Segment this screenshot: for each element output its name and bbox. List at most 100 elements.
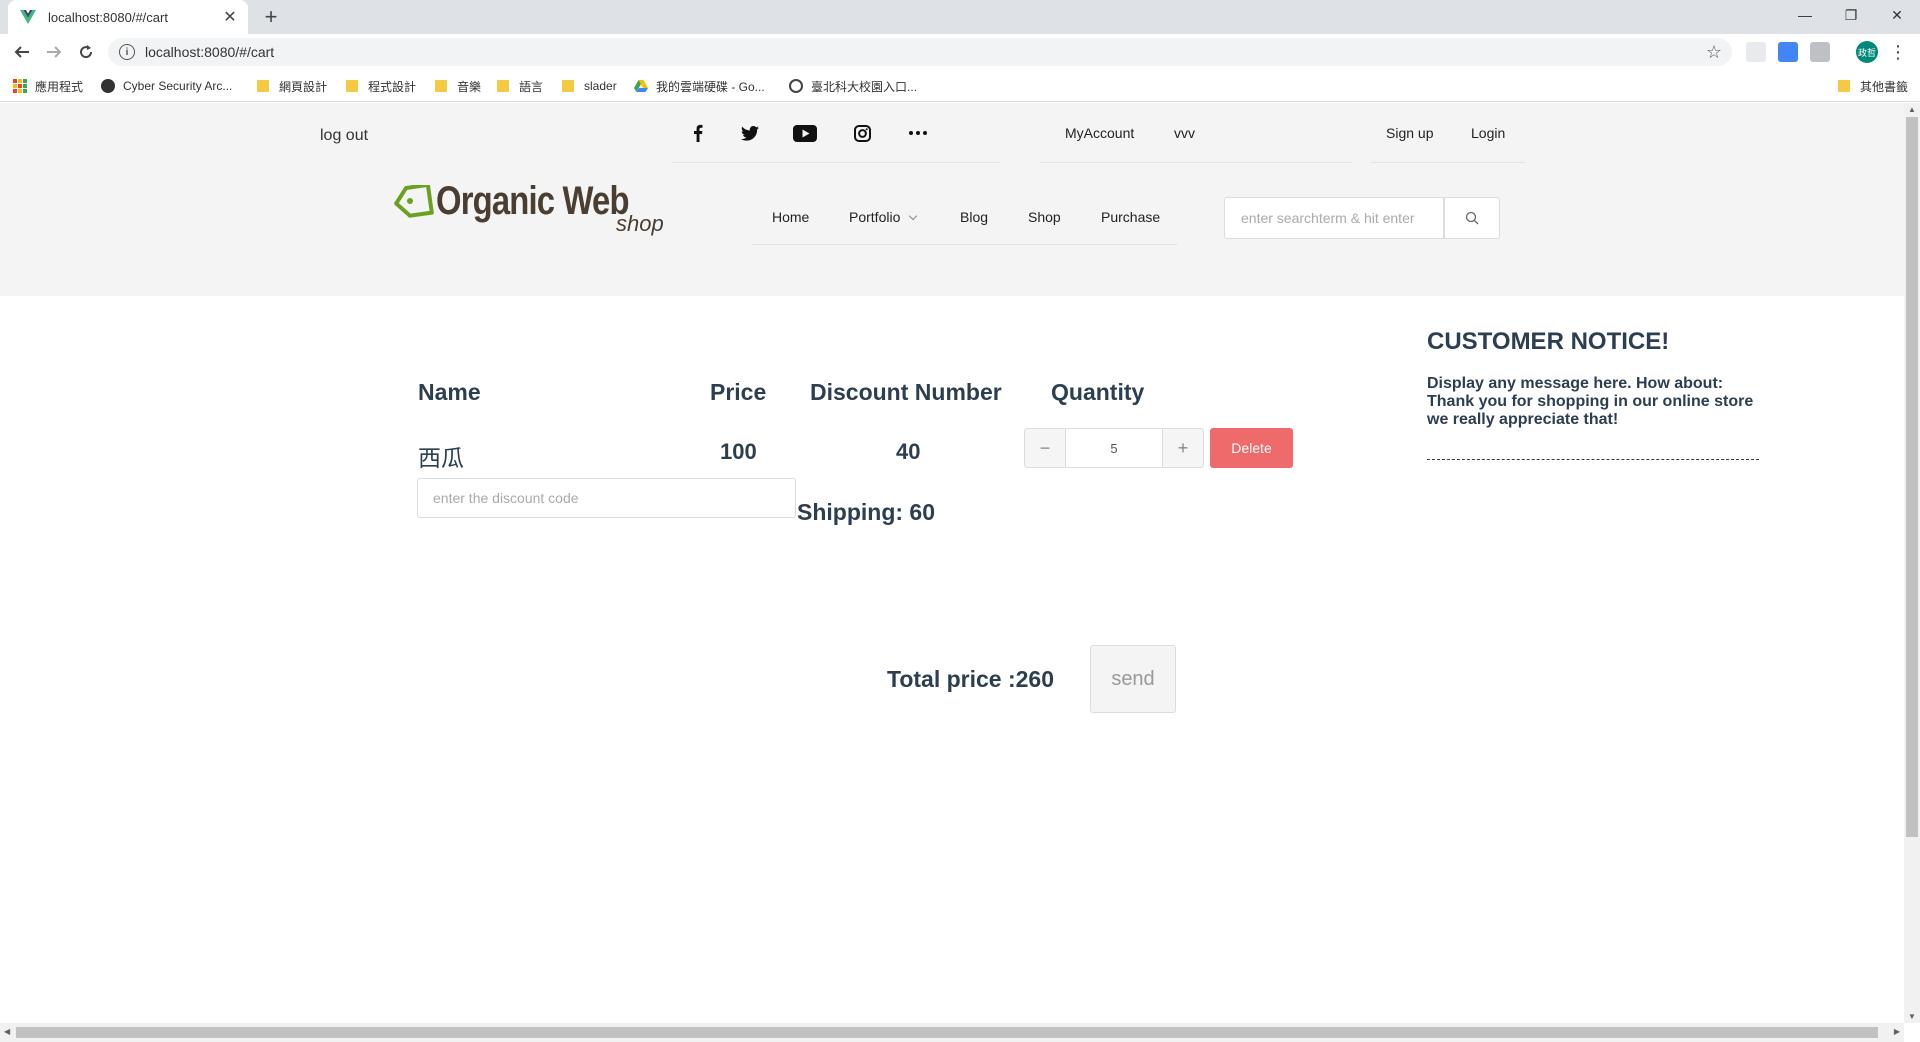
- more-icon[interactable]: [906, 121, 930, 145]
- extension-icon[interactable]: [1746, 42, 1766, 62]
- new-tab-icon[interactable]: +: [258, 4, 284, 30]
- quantity-value[interactable]: 5: [1066, 428, 1162, 468]
- drive-icon: [634, 80, 648, 92]
- site-icon: [101, 79, 115, 93]
- bookmark-label: 臺北科大校園入口...: [811, 79, 918, 94]
- restore-icon[interactable]: ❐: [1828, 0, 1874, 30]
- bookmark-star-icon[interactable]: ☆: [1706, 42, 1722, 63]
- forward-icon[interactable]: [40, 38, 68, 66]
- send-button[interactable]: send: [1090, 645, 1176, 713]
- account-nav: MyAccount vvv: [1040, 103, 1352, 163]
- discount-code-input[interactable]: [417, 478, 796, 518]
- username-link[interactable]: vvv: [1174, 125, 1195, 141]
- address-url[interactable]: localhost:8080/#/cart: [145, 44, 1706, 60]
- myaccount-link[interactable]: MyAccount: [1065, 125, 1134, 141]
- folder-icon: [435, 80, 447, 92]
- col-header-quantity: Quantity: [1051, 379, 1145, 405]
- bookmark-label: 其他書籤: [1860, 79, 1909, 94]
- scroll-up-icon[interactable]: ▲: [1908, 105, 1916, 114]
- bookmark-label: 網頁設計: [279, 79, 328, 94]
- search-button[interactable]: [1444, 197, 1500, 239]
- decrease-quantity-button[interactable]: −: [1024, 428, 1066, 468]
- facebook-icon[interactable]: [686, 121, 710, 145]
- site-logo[interactable]: Organic Web shop: [394, 179, 674, 239]
- notice-divider: [1427, 459, 1759, 460]
- close-window-icon[interactable]: ✕: [1874, 0, 1920, 30]
- profile-avatar[interactable]: 政哲: [1856, 41, 1878, 63]
- bookmark-apps[interactable]: 應用程式: [13, 76, 83, 96]
- signup-link[interactable]: Sign up: [1386, 125, 1433, 141]
- horizontal-scrollbar[interactable]: ◀ ▶: [0, 1023, 1904, 1042]
- total-price: Total price :260: [887, 666, 1055, 692]
- login-link[interactable]: Login: [1471, 125, 1505, 141]
- nav-portfolio-label: Portfolio: [849, 209, 901, 225]
- nav-portfolio[interactable]: Portfolio: [849, 209, 918, 225]
- search-input[interactable]: [1224, 197, 1444, 239]
- item-discount-number: 40: [896, 439, 921, 464]
- browser-toolbar: i localhost:8080/#/cart ☆ 政哲 ⋮: [0, 34, 1920, 70]
- cast-icon[interactable]: [1810, 42, 1830, 62]
- bookmark-label: 音樂: [457, 79, 482, 94]
- main-nav: Home Portfolio Blog Shop Purchase: [752, 163, 1178, 245]
- col-header-discount: Discount Number: [810, 379, 1002, 405]
- browser-menu-icon[interactable]: ⋮: [1889, 40, 1907, 64]
- bookmark-slader[interactable]: slader: [562, 76, 617, 96]
- bookmark-other[interactable]: 其他書籤: [1838, 76, 1908, 96]
- reload-icon[interactable]: [72, 38, 100, 66]
- folder-icon: [257, 80, 269, 92]
- horizontal-scroll-thumb[interactable]: [16, 1027, 1878, 1038]
- customer-notice-body: Display any message here. How about: Tha…: [1427, 375, 1754, 428]
- bookmark-drive[interactable]: 我的雲端硬碟 - Go...: [634, 76, 765, 96]
- price-tag-icon: [394, 182, 434, 226]
- item-name: 西瓜: [418, 446, 464, 472]
- scroll-down-icon[interactable]: ▼: [1908, 1012, 1916, 1021]
- apps-icon: [13, 79, 27, 93]
- col-header-name: Name: [418, 379, 481, 405]
- quantity-stepper: − 5 +: [1024, 428, 1204, 468]
- site-header: log out MyAccount vvv Sign up Login Orga…: [0, 103, 1904, 296]
- back-icon[interactable]: [8, 38, 36, 66]
- globe-icon: [789, 79, 803, 93]
- bookmark-web-design[interactable]: 網頁設計: [257, 76, 327, 96]
- bookmark-music[interactable]: 音樂: [435, 76, 481, 96]
- search-icon: [1465, 211, 1479, 225]
- twitter-icon[interactable]: [738, 121, 762, 145]
- instagram-icon[interactable]: [850, 121, 874, 145]
- nav-shop[interactable]: Shop: [1028, 209, 1061, 225]
- bookmark-label: 語言: [519, 79, 544, 94]
- minimize-icon[interactable]: —: [1782, 0, 1828, 30]
- chevron-down-icon: [909, 211, 918, 221]
- vertical-scroll-thumb[interactable]: [1906, 117, 1918, 837]
- shipping-cost: Shipping: 60: [797, 499, 935, 525]
- bookmark-label: Cyber Security Arc...: [123, 79, 233, 93]
- item-price: 100: [720, 439, 757, 464]
- logo-subtitle: shop: [616, 211, 664, 236]
- bookmark-language[interactable]: 語言: [497, 76, 543, 96]
- auth-nav: Sign up Login: [1370, 103, 1526, 163]
- customer-notice-title: CUSTOMER NOTICE!: [1427, 328, 1670, 355]
- delete-item-button[interactable]: Delete: [1210, 428, 1293, 468]
- address-bar[interactable]: i localhost:8080/#/cart ☆: [108, 38, 1732, 66]
- logout-link[interactable]: log out: [320, 127, 368, 145]
- nav-blog[interactable]: Blog: [960, 209, 988, 225]
- folder-icon: [346, 80, 358, 92]
- bookmark-label: 程式設計: [368, 79, 417, 94]
- scroll-right-icon[interactable]: ▶: [1894, 1027, 1900, 1036]
- vue-favicon-icon: [20, 9, 36, 25]
- site-info-icon[interactable]: i: [119, 44, 135, 60]
- close-tab-icon[interactable]: ✕: [220, 7, 240, 27]
- bookmark-ntut[interactable]: 臺北科大校園入口...: [789, 76, 917, 96]
- folder-icon: [1838, 80, 1850, 92]
- youtube-icon[interactable]: [792, 121, 818, 145]
- bookmark-programming[interactable]: 程式設計: [346, 76, 416, 96]
- social-links: [672, 103, 1000, 163]
- nav-purchase[interactable]: Purchase: [1101, 209, 1160, 225]
- bookmark-cyber-security[interactable]: Cyber Security Arc...: [101, 76, 232, 96]
- scroll-left-icon[interactable]: ◀: [4, 1027, 10, 1036]
- increase-quantity-button[interactable]: +: [1162, 428, 1204, 468]
- translate-icon[interactable]: [1778, 42, 1798, 62]
- nav-home[interactable]: Home: [772, 209, 809, 225]
- vertical-scrollbar[interactable]: ▲ ▼: [1904, 103, 1920, 1023]
- window-controls: — ❐ ✕: [1782, 0, 1920, 30]
- browser-tab[interactable]: localhost:8080/#/cart ✕: [8, 0, 248, 34]
